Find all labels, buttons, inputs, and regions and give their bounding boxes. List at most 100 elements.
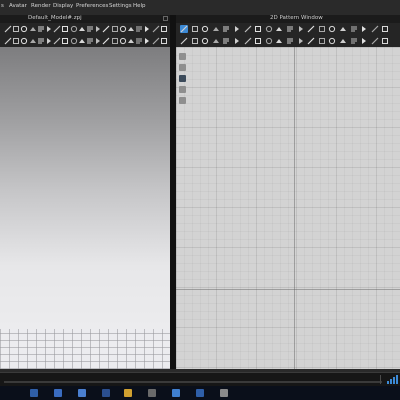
strengthen-icon[interactable] (45, 37, 53, 45)
cursor-icon[interactable] (179, 64, 186, 71)
ruler-tool-icon[interactable] (179, 97, 186, 104)
seam-allowance-icon[interactable] (297, 25, 305, 33)
puckering-icon[interactable] (127, 25, 135, 33)
panel-expand-icon[interactable] (163, 16, 168, 21)
tape-icon[interactable] (119, 25, 127, 33)
lock-icon[interactable] (127, 37, 135, 45)
pin-icon[interactable] (20, 25, 28, 33)
grain-icon[interactable] (360, 25, 368, 33)
timeline-track[interactable] (4, 381, 382, 383)
polygon-icon[interactable] (222, 25, 230, 33)
trace-icon[interactable] (381, 25, 389, 33)
align-icon[interactable] (307, 37, 315, 45)
free-sewing-icon[interactable] (318, 25, 326, 33)
offset-icon[interactable] (201, 37, 209, 45)
menu-item-render[interactable]: Render (31, 3, 51, 9)
menu-item-display[interactable]: Display (53, 3, 73, 9)
app-icon-4[interactable] (148, 389, 156, 397)
solidify-icon[interactable] (152, 37, 160, 45)
notch-icon[interactable] (275, 25, 283, 33)
2d-pattern-canvas[interactable] (176, 47, 400, 369)
snap-icon[interactable] (371, 37, 379, 45)
texture-icon[interactable] (70, 37, 78, 45)
mirror-icon[interactable] (244, 37, 252, 45)
length-icon[interactable] (222, 37, 230, 45)
search-icon[interactable] (54, 389, 62, 397)
size-icon[interactable] (111, 37, 119, 45)
app-icon-5[interactable] (172, 389, 180, 397)
frame-icon[interactable] (179, 86, 186, 93)
layer-icon[interactable] (143, 37, 151, 45)
curvature-icon[interactable] (212, 37, 220, 45)
transform-pattern-icon[interactable] (191, 25, 199, 33)
tuck-icon[interactable] (328, 25, 336, 33)
3d-garment-viewport[interactable] (0, 47, 170, 369)
edit-curve-icon[interactable] (201, 25, 209, 33)
sew-icon[interactable] (61, 25, 69, 33)
menu-item-help[interactable]: Help (133, 3, 146, 9)
cut-icon[interactable] (53, 25, 61, 33)
button-icon[interactable] (94, 25, 102, 33)
tack-icon[interactable] (29, 25, 37, 33)
arrange-icon[interactable] (86, 25, 94, 33)
paste-icon[interactable] (265, 37, 273, 45)
internal-line-icon[interactable] (254, 25, 262, 33)
menu-item-fragment[interactable]: s (1, 3, 4, 9)
menu-item-settings[interactable]: Settings (109, 3, 132, 9)
symmetry-icon[interactable] (371, 25, 379, 33)
zoom-icon[interactable] (179, 75, 186, 82)
app-icon-2[interactable] (102, 389, 110, 397)
fabric-icon[interactable] (61, 37, 69, 45)
dart-icon[interactable] (265, 25, 273, 33)
add-point-icon[interactable] (212, 25, 220, 33)
slash-spread-icon[interactable] (191, 37, 199, 45)
merge-icon[interactable] (286, 37, 294, 45)
menu-item-preferences[interactable]: Preferences (76, 3, 108, 9)
rotate-icon[interactable] (233, 37, 241, 45)
app-icon-6[interactable] (196, 389, 204, 397)
transform-icon[interactable] (4, 37, 12, 45)
reset-icon[interactable] (94, 37, 102, 45)
zipper-pattern-icon[interactable] (339, 25, 347, 33)
grid-icon[interactable] (360, 37, 368, 45)
fold-arrange-icon[interactable] (86, 37, 94, 45)
measure-icon[interactable] (135, 25, 143, 33)
menu-item-avatar[interactable]: Avatar (9, 3, 27, 9)
shrink-icon[interactable] (53, 37, 61, 45)
fold-line-icon[interactable] (180, 37, 188, 45)
sphere-icon[interactable] (78, 25, 86, 33)
circle-icon[interactable] (244, 25, 252, 33)
rectangle-icon[interactable] (233, 25, 241, 33)
unfold-icon[interactable] (275, 37, 283, 45)
elastic-icon[interactable] (350, 25, 358, 33)
graphic-icon[interactable] (78, 37, 86, 45)
fit-icon[interactable] (102, 37, 110, 45)
point-icon[interactable] (29, 37, 37, 45)
symbol-icon[interactable] (350, 37, 358, 45)
distribute-icon[interactable] (318, 37, 326, 45)
annotate-icon[interactable] (339, 37, 347, 45)
ruler-icon[interactable] (328, 37, 336, 45)
brush-icon[interactable] (70, 25, 78, 33)
pin-remove-icon[interactable] (160, 37, 168, 45)
select-icon[interactable] (4, 25, 12, 33)
app-icon-3[interactable] (124, 389, 132, 397)
zipper-icon[interactable] (102, 25, 110, 33)
pose-icon[interactable] (152, 25, 160, 33)
grade-icon[interactable] (119, 37, 127, 45)
pleat-icon[interactable] (286, 25, 294, 33)
line-icon[interactable] (45, 25, 53, 33)
pattern-select-icon[interactable] (180, 25, 188, 33)
copy-icon[interactable] (254, 37, 262, 45)
app-icon-1[interactable] (78, 389, 86, 397)
trim-icon[interactable] (111, 25, 119, 33)
sewing-icon[interactable] (307, 25, 315, 33)
fold-icon[interactable] (37, 25, 45, 33)
hanger-icon[interactable] (160, 25, 168, 33)
edit-icon[interactable] (20, 37, 28, 45)
start-icon[interactable] (30, 389, 38, 397)
freeze-icon[interactable] (135, 37, 143, 45)
pointer-icon[interactable] (179, 53, 186, 60)
settings-icon[interactable] (381, 37, 389, 45)
select-mesh-icon[interactable] (12, 37, 20, 45)
